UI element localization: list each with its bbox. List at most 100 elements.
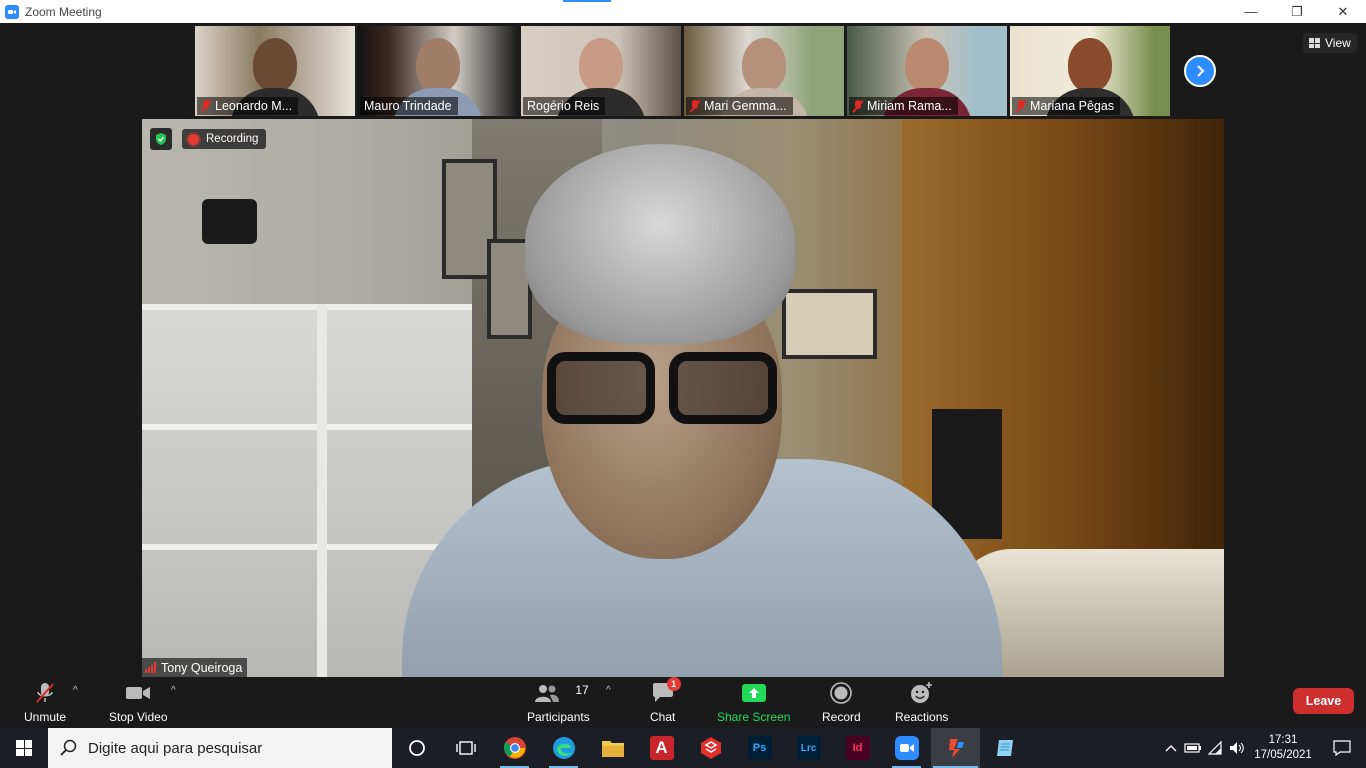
participant-name-label: Miriam Rama... bbox=[849, 97, 958, 115]
unmute-label: Unmute bbox=[24, 710, 67, 724]
participant-tile[interactable]: Mauro Trindade bbox=[358, 26, 518, 116]
video-camera-icon bbox=[125, 681, 151, 705]
view-label: View bbox=[1325, 36, 1351, 50]
windows-logo-icon bbox=[16, 740, 32, 756]
taskbar-app-notepad[interactable] bbox=[980, 728, 1029, 768]
taskbar-search[interactable]: Digite aqui para pesquisar bbox=[48, 728, 392, 768]
start-button[interactable] bbox=[0, 728, 48, 768]
zoom-icon bbox=[894, 736, 919, 760]
search-placeholder: Digite aqui para pesquisar bbox=[88, 739, 263, 757]
active-speaker-video: Recording Tony Queiroga bbox=[142, 119, 1224, 677]
minimize-icon[interactable]: — bbox=[1228, 0, 1274, 23]
search-icon bbox=[60, 739, 77, 756]
recording-dot-icon bbox=[188, 133, 199, 145]
microphone-muted-icon bbox=[33, 681, 57, 705]
restore-icon[interactable]: ❐ bbox=[1274, 0, 1320, 23]
active-app-icon bbox=[948, 739, 964, 758]
view-button[interactable]: View bbox=[1303, 33, 1357, 53]
wifi-icon[interactable] bbox=[1204, 728, 1226, 768]
participant-tile[interactable]: Mariana Pêgas bbox=[1010, 26, 1170, 116]
signal-bars-icon bbox=[145, 662, 156, 673]
participant-name: Mari Gemma... bbox=[704, 99, 787, 113]
clock-date: 17/05/2021 bbox=[1254, 749, 1312, 761]
participant-name: Rogério Reis bbox=[527, 99, 600, 113]
window-titlebar: Zoom Meeting — ❐ ✕ bbox=[0, 0, 1366, 23]
participant-name: Mariana Pêgas bbox=[1030, 99, 1115, 113]
participant-tile[interactable]: Miriam Rama... bbox=[847, 26, 1007, 116]
indesign-icon: Id bbox=[845, 736, 870, 760]
muted-mic-icon bbox=[853, 99, 863, 113]
recording-indicator[interactable]: Recording bbox=[182, 129, 267, 149]
taskbar-app-lightroom[interactable]: Lrc bbox=[784, 728, 833, 768]
participant-name: Mauro Trindade bbox=[364, 99, 452, 113]
taskbar-app-photoshop[interactable]: Ps bbox=[735, 728, 784, 768]
next-page-button[interactable] bbox=[1184, 55, 1216, 87]
taskbar-app-indesign[interactable]: Id bbox=[833, 728, 882, 768]
stop-video-button[interactable]: Stop Video bbox=[109, 681, 168, 724]
task-view-button[interactable] bbox=[441, 728, 490, 768]
system-tray: 17:31 17/05/2021 bbox=[1160, 728, 1366, 768]
notepad-icon bbox=[996, 740, 1013, 756]
chrome-icon bbox=[503, 737, 526, 759]
taskbar-app-zoom[interactable] bbox=[882, 728, 931, 768]
zoom-app-icon bbox=[5, 4, 19, 19]
participant-tile[interactable]: Mari Gemma... bbox=[684, 26, 844, 116]
taskbar-app-edge[interactable] bbox=[539, 728, 588, 768]
participant-name-label: Rogério Reis bbox=[523, 97, 606, 115]
video-options-caret-icon[interactable]: ^ bbox=[171, 685, 176, 696]
meeting-area: Leonardo M... Mauro Trindade Rogério Rei… bbox=[0, 23, 1366, 677]
close-icon[interactable]: ✕ bbox=[1320, 0, 1366, 23]
volume-icon[interactable] bbox=[1226, 728, 1248, 768]
taskbar-app-active[interactable] bbox=[931, 728, 980, 768]
sketchup-icon bbox=[700, 737, 721, 759]
participant-name-label: Mari Gemma... bbox=[686, 97, 793, 115]
unmute-button[interactable]: Unmute bbox=[24, 681, 66, 724]
participants-count: 17 bbox=[575, 683, 589, 697]
clock-time: 17:31 bbox=[1268, 734, 1298, 746]
taskbar-app-file-explorer[interactable] bbox=[588, 728, 637, 768]
participants-button[interactable]: 17 Participants bbox=[527, 681, 590, 724]
show-hidden-icons-chevron-icon[interactable] bbox=[1160, 728, 1182, 768]
share-screen-label: Share Screen bbox=[717, 710, 791, 724]
photoshop-icon: Ps bbox=[747, 736, 772, 760]
battery-icon[interactable] bbox=[1182, 728, 1204, 768]
windows-taskbar: Digite aqui para pesquisar A Ps Lrc Id 1… bbox=[0, 728, 1366, 768]
taskbar-app-chrome[interactable] bbox=[490, 728, 539, 768]
encryption-shield-icon[interactable] bbox=[150, 128, 172, 150]
reactions-button[interactable]: Reactions bbox=[895, 681, 948, 724]
share-screen-button[interactable]: Share Screen bbox=[717, 681, 790, 724]
chat-button[interactable]: 1 Chat bbox=[650, 677, 681, 724]
participant-tile[interactable]: Rogério Reis bbox=[521, 26, 681, 116]
participant-strip: Leonardo M... Mauro Trindade Rogério Rei… bbox=[195, 26, 1170, 116]
leave-button[interactable]: Leave bbox=[1293, 688, 1354, 714]
chat-icon: 1 bbox=[651, 677, 681, 705]
muted-mic-icon bbox=[690, 99, 700, 113]
stop-video-label: Stop Video bbox=[109, 710, 168, 724]
chat-unread-badge: 1 bbox=[666, 677, 681, 691]
participant-tile[interactable]: Leonardo M... bbox=[195, 26, 355, 116]
meeting-controls: Unmute ^ Stop Video ^ 17 Participants ^ … bbox=[0, 677, 1366, 728]
participant-name-label: Mariana Pêgas bbox=[1012, 97, 1121, 115]
task-view-icon bbox=[455, 741, 476, 755]
smiley-plus-icon bbox=[910, 681, 934, 705]
lightroom-icon: Lrc bbox=[796, 736, 821, 760]
muted-mic-icon bbox=[1016, 99, 1026, 113]
chat-label: Chat bbox=[650, 710, 676, 724]
window-controls: — ❐ ✕ bbox=[1228, 0, 1366, 23]
folder-icon bbox=[601, 741, 624, 757]
edge-icon bbox=[552, 737, 575, 759]
participant-name-label: Mauro Trindade bbox=[360, 97, 458, 115]
cortana-circle-icon bbox=[408, 740, 425, 756]
taskbar-app-acrobat[interactable]: A bbox=[637, 728, 686, 768]
taskbar-app-sketchup[interactable] bbox=[686, 728, 735, 768]
record-label: Record bbox=[822, 710, 861, 724]
speaker-name: Tony Queiroga bbox=[161, 660, 243, 675]
notifications-button[interactable] bbox=[1318, 728, 1366, 768]
record-button[interactable]: Record bbox=[822, 681, 861, 724]
participants-label: Participants bbox=[527, 710, 590, 724]
cortana-button[interactable] bbox=[392, 728, 441, 768]
audio-options-caret-icon[interactable]: ^ bbox=[73, 685, 78, 696]
participant-name: Leonardo M... bbox=[215, 99, 293, 113]
taskbar-clock[interactable]: 17:31 17/05/2021 bbox=[1248, 733, 1318, 763]
participants-options-caret-icon[interactable]: ^ bbox=[606, 685, 611, 696]
